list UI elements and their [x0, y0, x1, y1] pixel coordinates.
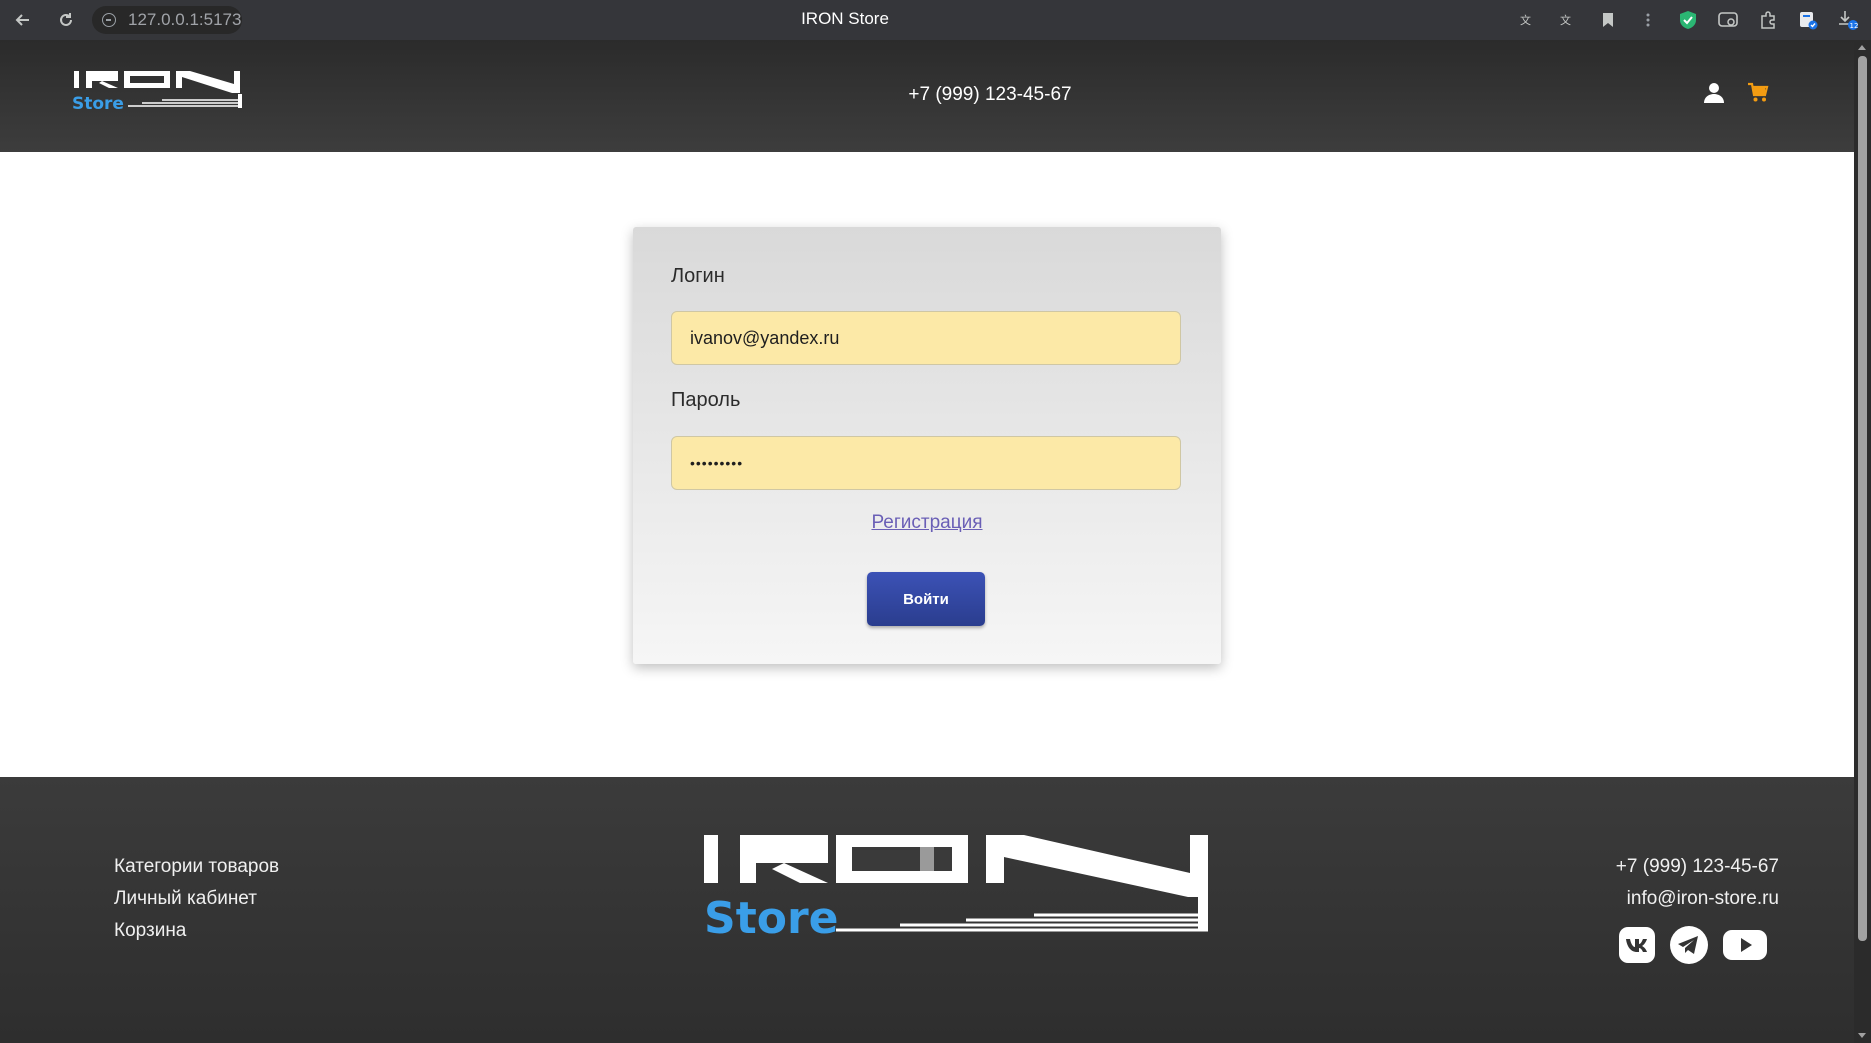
- extensions-icon[interactable]: [1757, 9, 1779, 31]
- register-link[interactable]: Регистрация: [633, 512, 1221, 534]
- footer-contacts: +7 (999) 123-45-67 info@iron-store.ru: [1616, 851, 1779, 915]
- downloads-icon[interactable]: 12: [1837, 9, 1859, 31]
- password-input[interactable]: •••••••••: [671, 436, 1181, 490]
- login-form: Логин ivanov@yandex.ru Пароль ••••••••• …: [633, 227, 1221, 664]
- telegram-icon[interactable]: [1669, 925, 1709, 965]
- password-label: Пароль: [671, 389, 741, 411]
- site-header: Store +7 (999) 123-45-67: [0, 40, 1854, 152]
- page-scrollbar[interactable]: [1854, 40, 1871, 1043]
- social-links: [1619, 925, 1767, 965]
- footer-logo[interactable]: Store: [704, 833, 1208, 946]
- login-input-value: ivanov@yandex.ru: [690, 327, 840, 348]
- site-footer: Категории товаров Личный кабинет Корзина…: [0, 777, 1854, 1043]
- footer-link-cart[interactable]: Корзина: [114, 915, 279, 947]
- bookmark-icon[interactable]: [1597, 9, 1619, 31]
- svg-text:文: 文: [1520, 13, 1531, 27]
- translate-alt-icon[interactable]: 文: [1557, 9, 1579, 31]
- footer-link-account[interactable]: Личный кабинет: [114, 883, 279, 915]
- login-button[interactable]: Войти: [867, 572, 985, 626]
- translate-icon[interactable]: 文: [1517, 9, 1539, 31]
- scroll-down-arrow-icon[interactable]: [1858, 1033, 1866, 1038]
- password-input-value: •••••••••: [690, 455, 744, 471]
- login-input[interactable]: ivanov@yandex.ru: [671, 311, 1181, 365]
- footer-nav: Категории товаров Личный кабинет Корзина: [114, 851, 279, 947]
- shield-extension-icon[interactable]: [1677, 9, 1699, 31]
- svg-text:12: 12: [1850, 22, 1859, 30]
- scroll-up-arrow-icon[interactable]: [1858, 45, 1866, 50]
- footer-link-categories[interactable]: Категории товаров: [114, 851, 279, 883]
- footer-phone[interactable]: +7 (999) 123-45-67: [1616, 851, 1779, 883]
- browser-toolbar: 127.0.0.1:5173 IRON Store 文 文 12: [0, 0, 1871, 40]
- cart-icon[interactable]: [1747, 82, 1769, 109]
- profile-extension-icon[interactable]: [1797, 9, 1819, 31]
- footer-email[interactable]: info@iron-store.ru: [1616, 883, 1779, 915]
- youtube-icon[interactable]: [1723, 929, 1767, 961]
- header-phone[interactable]: +7 (999) 123-45-67: [0, 84, 1871, 106]
- scrollbar-thumb[interactable]: [1858, 56, 1867, 941]
- user-icon[interactable]: [1703, 82, 1725, 109]
- svg-text:Store: Store: [704, 893, 839, 941]
- vk-icon[interactable]: [1619, 927, 1655, 963]
- main-content: Логин ivanov@yandex.ru Пароль ••••••••• …: [0, 152, 1854, 777]
- more-icon[interactable]: [1637, 9, 1659, 31]
- svg-text:文: 文: [1560, 13, 1571, 27]
- screen-capture-icon[interactable]: [1717, 9, 1739, 31]
- login-label: Логин: [671, 265, 725, 287]
- page-title: IRON Store: [801, 9, 889, 28]
